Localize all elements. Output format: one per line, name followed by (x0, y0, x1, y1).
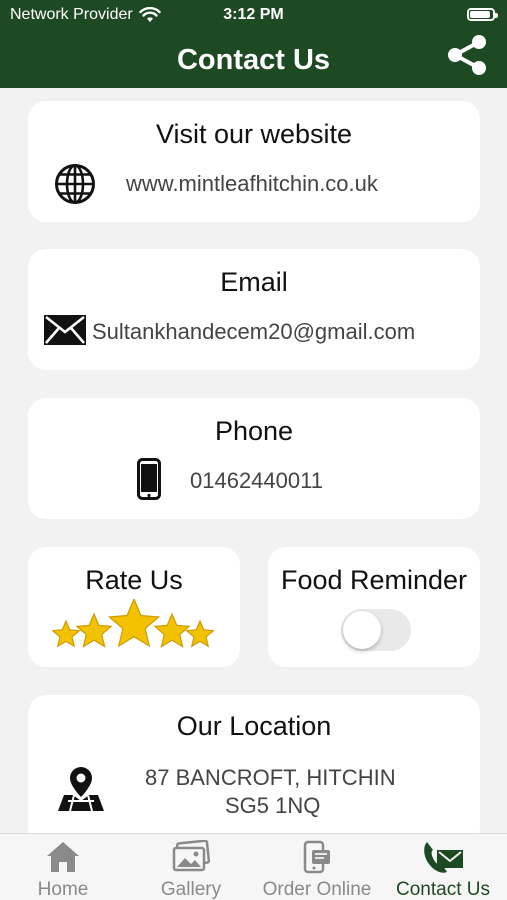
tab-gallery-label: Gallery (160, 879, 222, 900)
share-icon[interactable] (445, 34, 489, 76)
food-reminder-title: Food Reminder (280, 565, 468, 595)
star-icon[interactable] (107, 599, 161, 648)
address-line-2: SG5 1NQ (225, 793, 321, 818)
star-icon[interactable] (52, 619, 81, 648)
website-link[interactable]: www.mintleafhitchin.co.uk (126, 171, 378, 197)
phone-title: Phone (214, 416, 294, 446)
rate-us-title: Rate Us (85, 565, 183, 595)
map-pin-icon (58, 767, 104, 812)
contact-icon (424, 842, 463, 873)
star-icon[interactable] (75, 612, 113, 648)
email-title: Email (220, 267, 288, 297)
website-title: Visit our website (155, 119, 353, 149)
website-card[interactable]: Visit our website www.mintleafhitchin.co… (28, 101, 480, 222)
email-link[interactable]: Sultankhandecem20@gmail.com (92, 319, 415, 345)
tab-order-online[interactable]: Order Online (254, 834, 380, 900)
tab-contact-us[interactable]: Contact Us (380, 834, 506, 900)
email-card[interactable]: Email Sultankhandecem20@gmail.com (28, 249, 480, 370)
star-icon[interactable] (153, 612, 191, 648)
address-line-1: 87 BANCROFT, HITCHIN (145, 765, 396, 790)
tab-home[interactable]: Home (0, 834, 126, 900)
app-header: Network Provider 3:12 PM Contact Us (0, 0, 507, 88)
tab-home-label: Home (37, 879, 89, 900)
order-online-icon (303, 840, 330, 874)
tab-bar: Home Gallery Order Online Contact Us (0, 833, 507, 900)
food-reminder-toggle[interactable] (341, 609, 411, 651)
food-reminder-card: Food Reminder (268, 547, 480, 667)
envelope-icon (44, 315, 86, 345)
tab-order-online-label: Order Online (262, 879, 372, 900)
status-time: 3:12 PM (223, 6, 284, 23)
battery-icon (467, 8, 498, 21)
page-title: Contact Us (176, 44, 331, 76)
location-card[interactable]: Our Location 87 BANCROFT, HITCHIN SG5 1N… (28, 695, 480, 845)
tab-gallery[interactable]: Gallery (128, 834, 254, 900)
rate-us-card[interactable]: Rate Us (28, 547, 240, 667)
home-icon (47, 842, 79, 872)
phone-link[interactable]: 01462440011 (190, 468, 323, 494)
globe-icon (55, 164, 95, 204)
mobile-phone-icon (137, 458, 161, 500)
location-title: Our Location (176, 711, 332, 741)
phone-card[interactable]: Phone 01462440011 (28, 398, 480, 519)
status-bar: Network Provider 3:12 PM (0, 0, 507, 30)
gallery-icon (172, 840, 210, 872)
toggle-knob (343, 611, 381, 649)
star-rating[interactable] (52, 599, 217, 655)
tab-contact-us-label: Contact Us (396, 879, 490, 900)
star-icon[interactable] (185, 619, 215, 648)
